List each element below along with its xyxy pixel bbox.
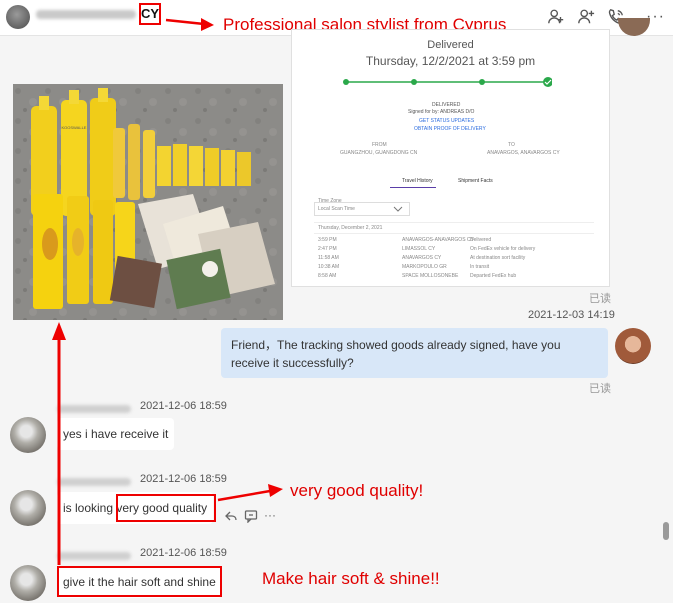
scrollbar-thumb[interactable]: [663, 522, 669, 540]
sender-avatar[interactable]: [10, 490, 46, 526]
tracking-timezone-select[interactable]: Local Scan Time: [314, 202, 410, 216]
annotation-arrowhead-quality: [268, 484, 283, 497]
tracking-row-place: SPACE MOLLOSONEBE: [402, 273, 459, 279]
annotation-box-hair: [57, 566, 222, 597]
annotation-quality-note: very good quality!: [290, 481, 424, 500]
product-photo[interactable]: KOOSWALLE: [13, 84, 283, 320]
outgoing-message[interactable]: Friend，The tracking showed goods already…: [221, 328, 608, 378]
tracking-day-header: Thursday, December 2, 2021: [318, 225, 383, 231]
tracking-from-label: FROM: [372, 142, 387, 148]
product-photo-drawing: KOOSWALLE: [13, 84, 283, 320]
annotation-arrowhead-vertical: [52, 322, 66, 340]
tracking-row-event: Departed FedEx hub: [470, 273, 517, 279]
message-timestamp: 2021-12-06 18:59: [140, 473, 227, 485]
contact-name-blurred: [36, 10, 136, 19]
tracking-divider: [314, 233, 594, 234]
message-timestamp: 2021-12-03 14:19: [528, 309, 615, 321]
tracking-row-time: 2:47 PM: [318, 246, 337, 252]
brand-label: KOOSWALLE: [62, 125, 87, 130]
read-receipt: 已读: [589, 383, 611, 395]
tracking-row-event: At destination sort facility: [470, 255, 526, 261]
tracking-row-place: ANAVARGOS-ANAVARGOS CY: [402, 237, 474, 243]
tracking-to-label: TO: [508, 142, 515, 148]
country-tag: CY: [139, 3, 161, 25]
tracking-proof-link[interactable]: OBTAIN PROOF OF DELIVERY: [414, 126, 486, 132]
tracking-row-time: 3:59 PM: [318, 237, 337, 243]
incoming-message[interactable]: yes i have receive it: [57, 418, 175, 450]
tracking-row-place: ANAVARGOS CY: [402, 255, 442, 261]
reply-icon[interactable]: [224, 509, 238, 523]
sender-avatar[interactable]: [10, 565, 46, 601]
tracking-get-updates-link[interactable]: GET STATUS UPDATES: [419, 118, 474, 124]
tracking-tab-underline: [390, 187, 436, 188]
message-text: is looking: [63, 501, 117, 515]
tracking-row-event: Delivered: [470, 237, 492, 243]
tracking-tab-facts[interactable]: Shipment Facts: [458, 178, 493, 184]
add-member-icon[interactable]: [577, 8, 595, 26]
tracking-row-time: 10:38 AM: [318, 264, 340, 270]
tracking-signed-by: Signed for by: ANDREAS D/O: [408, 109, 475, 115]
tracking-from-value: GUANGZHOU, GUANGDONG CN: [340, 150, 418, 156]
tracking-divider: [314, 222, 594, 223]
message-timestamp: 2021-12-06 18:59: [140, 547, 227, 559]
tracking-row-event: On FedEx vehicle for delivery: [470, 246, 536, 252]
tracking-progress: [343, 77, 552, 87]
annotation-arrow-quality: [217, 489, 271, 502]
tracking-to-value: ANAVARGOS, ANAVARGOS CY: [487, 150, 560, 156]
more-icon[interactable]: ···: [264, 509, 276, 523]
tracking-row-time: 8:58 AM: [318, 273, 337, 279]
tracking-timezone-value: Local Scan Time: [318, 206, 355, 212]
chevron-down-icon: [393, 206, 403, 212]
tracking-date: Thursday, 12/2/2021 at 3:59 pm: [365, 54, 536, 68]
add-contact-icon[interactable]: [547, 8, 565, 26]
tracking-row-time: 11:58 AM: [318, 255, 339, 261]
annotation-box-quality: [116, 494, 216, 522]
tracking-tab-travel[interactable]: Travel History: [402, 178, 433, 184]
tracking-delivered-label: DELIVERED: [432, 102, 461, 108]
read-receipt: 已读: [589, 293, 611, 305]
message-timestamp: 2021-12-06 18:59: [140, 400, 227, 412]
sender-name-blurred: [57, 405, 131, 413]
quote-icon[interactable]: [244, 509, 258, 523]
annotation-hair-note: Make hair soft & shine!!: [262, 569, 440, 588]
tracking-row-place: LIMASSOL CY: [402, 246, 436, 252]
tracking-status: Delivered: [427, 39, 474, 51]
message-actions: ···: [224, 509, 276, 523]
tracking-screenshot[interactable]: Delivered Thursday, 12/2/2021 at 3:59 pm…: [291, 29, 610, 287]
sender-avatar[interactable]: [10, 417, 46, 453]
contact-avatar[interactable]: [6, 5, 30, 29]
sender-name-blurred: [57, 478, 131, 486]
sender-name-blurred: [57, 552, 131, 560]
tracking-row-event: In transit: [470, 264, 490, 270]
my-avatar[interactable]: [615, 328, 651, 364]
tracking-row-place: MARKOPOULO GR: [402, 264, 447, 270]
